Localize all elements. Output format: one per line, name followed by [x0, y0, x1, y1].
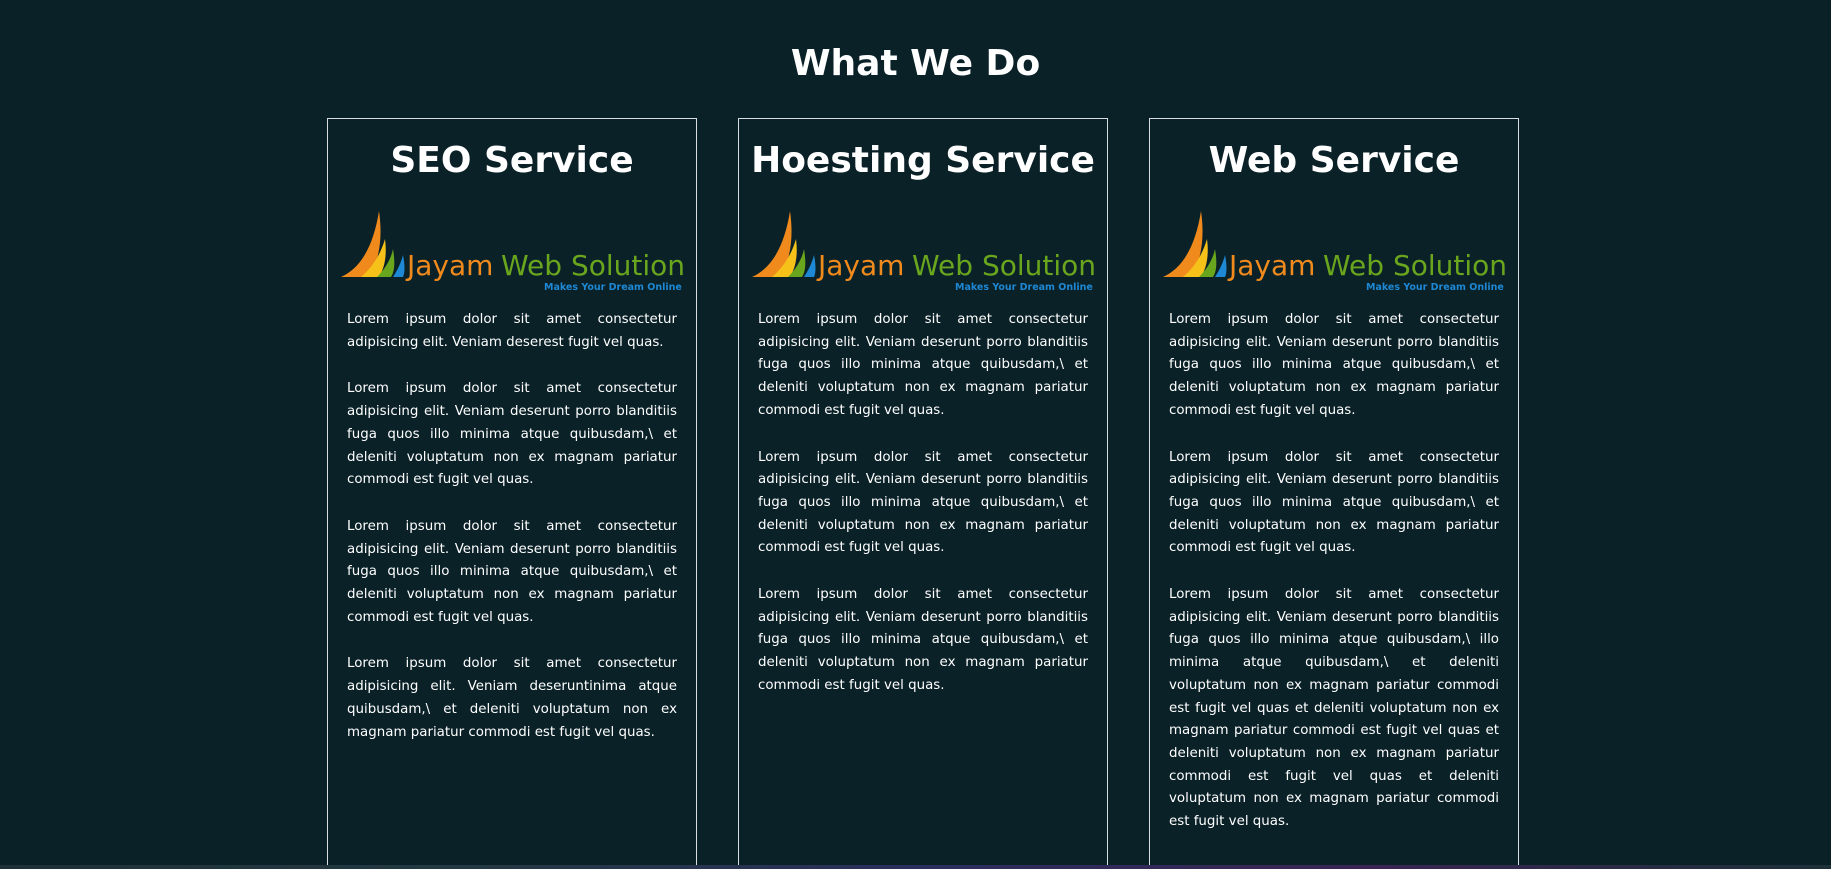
card-title: SEO Service — [390, 140, 634, 181]
service-card-seo: SEO Service Jayam Web Solutions Makes Yo… — [327, 118, 697, 869]
logo-brand-first: Jayam — [405, 249, 493, 282]
logo-tagline: Makes Your Dream Online — [544, 282, 682, 293]
card-paragraph: Lorem ipsum dolor sit amet consectetur a… — [347, 518, 677, 625]
card-paragraph: Lorem ipsum dolor sit amet consectetur a… — [758, 312, 1088, 418]
bottom-gradient-strip — [0, 865, 1831, 869]
card-paragraph: Lorem ipsum dolor sit amet consectetur a… — [758, 449, 1088, 556]
logo-tagline: Makes Your Dream Online — [955, 282, 1093, 293]
jayam-logo-icon: Jayam Web Solutions Makes Your Dream Onl… — [752, 211, 1096, 293]
card-paragraph: Lorem ipsum dolor sit amet consectetur a… — [758, 587, 1088, 693]
card-title: Hoesting Service — [751, 140, 1095, 181]
card-paragraph: Lorem ipsum dolor sit amet consectetur a… — [1169, 449, 1499, 556]
logo-tagline: Makes Your Dream Online — [1366, 282, 1504, 293]
card-body: Lorem ipsum dolor sit amet consectetur a… — [1150, 293, 1518, 834]
card-paragraph: Lorem ipsum dolor sit amet consectetur a… — [1169, 312, 1499, 418]
logo-brand-first: Jayam — [816, 249, 904, 282]
services-cards: SEO Service Jayam Web Solutions Makes Yo… — [327, 118, 1525, 869]
jayam-logo-icon: Jayam Web Solutions Makes Your Dream Onl… — [341, 211, 685, 293]
logo-brand-rest: Web Solutions — [1323, 249, 1507, 282]
service-card-hosting: Hoesting Service Jayam Web Solutions Mak… — [738, 118, 1108, 869]
what-we-do-page: What We Do SEO Service Jayam Web Solutio… — [0, 0, 1831, 869]
card-paragraph: Lorem ipsum dolor sit amet consectetur a… — [1169, 587, 1499, 830]
logo-brand-first: Jayam — [1227, 249, 1315, 282]
card-body: Lorem ipsum dolor sit amet consectetur a… — [739, 293, 1107, 698]
card-paragraph: Lorem ipsum dolor sit amet consectetur a… — [347, 656, 677, 740]
card-paragraph: Lorem ipsum dolor sit amet consectetur a… — [347, 312, 677, 350]
card-title: Web Service — [1208, 140, 1460, 181]
logo-brand-rest: Web Solutions — [501, 249, 685, 282]
jayam-logo-icon: Jayam Web Solutions Makes Your Dream Onl… — [1163, 211, 1507, 293]
card-body: Lorem ipsum dolor sit amet consectetur a… — [328, 293, 696, 744]
section-title: What We Do — [790, 43, 1041, 84]
card-paragraph: Lorem ipsum dolor sit amet consectetur a… — [347, 381, 677, 488]
logo-brand-rest: Web Solutions — [912, 249, 1096, 282]
service-card-web: Web Service Jayam Web Solutions Makes Yo… — [1149, 118, 1519, 869]
